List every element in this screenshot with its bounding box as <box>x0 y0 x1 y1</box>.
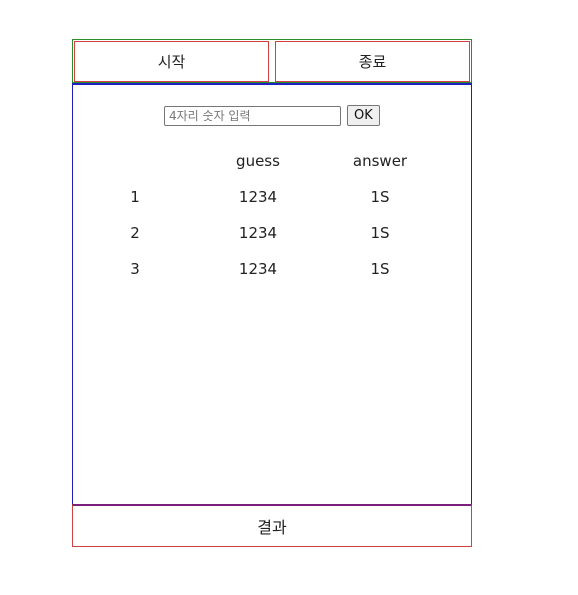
table-row: 3 1234 1S <box>73 251 473 287</box>
guess-input-row: OK <box>164 105 380 126</box>
game-panel: OK guess answer 1 1234 1S 2 1234 1S 3 12… <box>72 83 472 505</box>
row-answer: 1S <box>370 188 390 206</box>
guess-history-table: guess answer 1 1234 1S 2 1234 1S 3 1234 … <box>73 143 473 287</box>
header-guess: guess <box>236 152 280 170</box>
row-guess: 1234 <box>238 260 278 278</box>
ok-button[interactable]: OK <box>347 105 380 126</box>
row-guess: 1234 <box>238 224 278 242</box>
table-row: 2 1234 1S <box>73 215 473 251</box>
row-index: 2 <box>130 224 140 242</box>
top-button-bar: 시작 종료 <box>72 39 472 83</box>
end-button[interactable]: 종료 <box>275 41 470 82</box>
row-index: 3 <box>130 260 140 278</box>
row-index: 1 <box>130 188 140 206</box>
result-display: 결과 <box>72 504 472 547</box>
start-button[interactable]: 시작 <box>74 41 269 82</box>
table-row: 1 1234 1S <box>73 179 473 215</box>
row-answer: 1S <box>370 224 390 242</box>
guess-number-input[interactable] <box>164 105 341 126</box>
row-answer: 1S <box>370 260 390 278</box>
table-header-row: guess answer <box>73 143 473 179</box>
row-guess: 1234 <box>238 188 278 206</box>
baseball-game-app: 시작 종료 OK guess answer 1 1234 1S 2 1234 1… <box>72 39 472 547</box>
header-answer: answer <box>352 152 408 170</box>
